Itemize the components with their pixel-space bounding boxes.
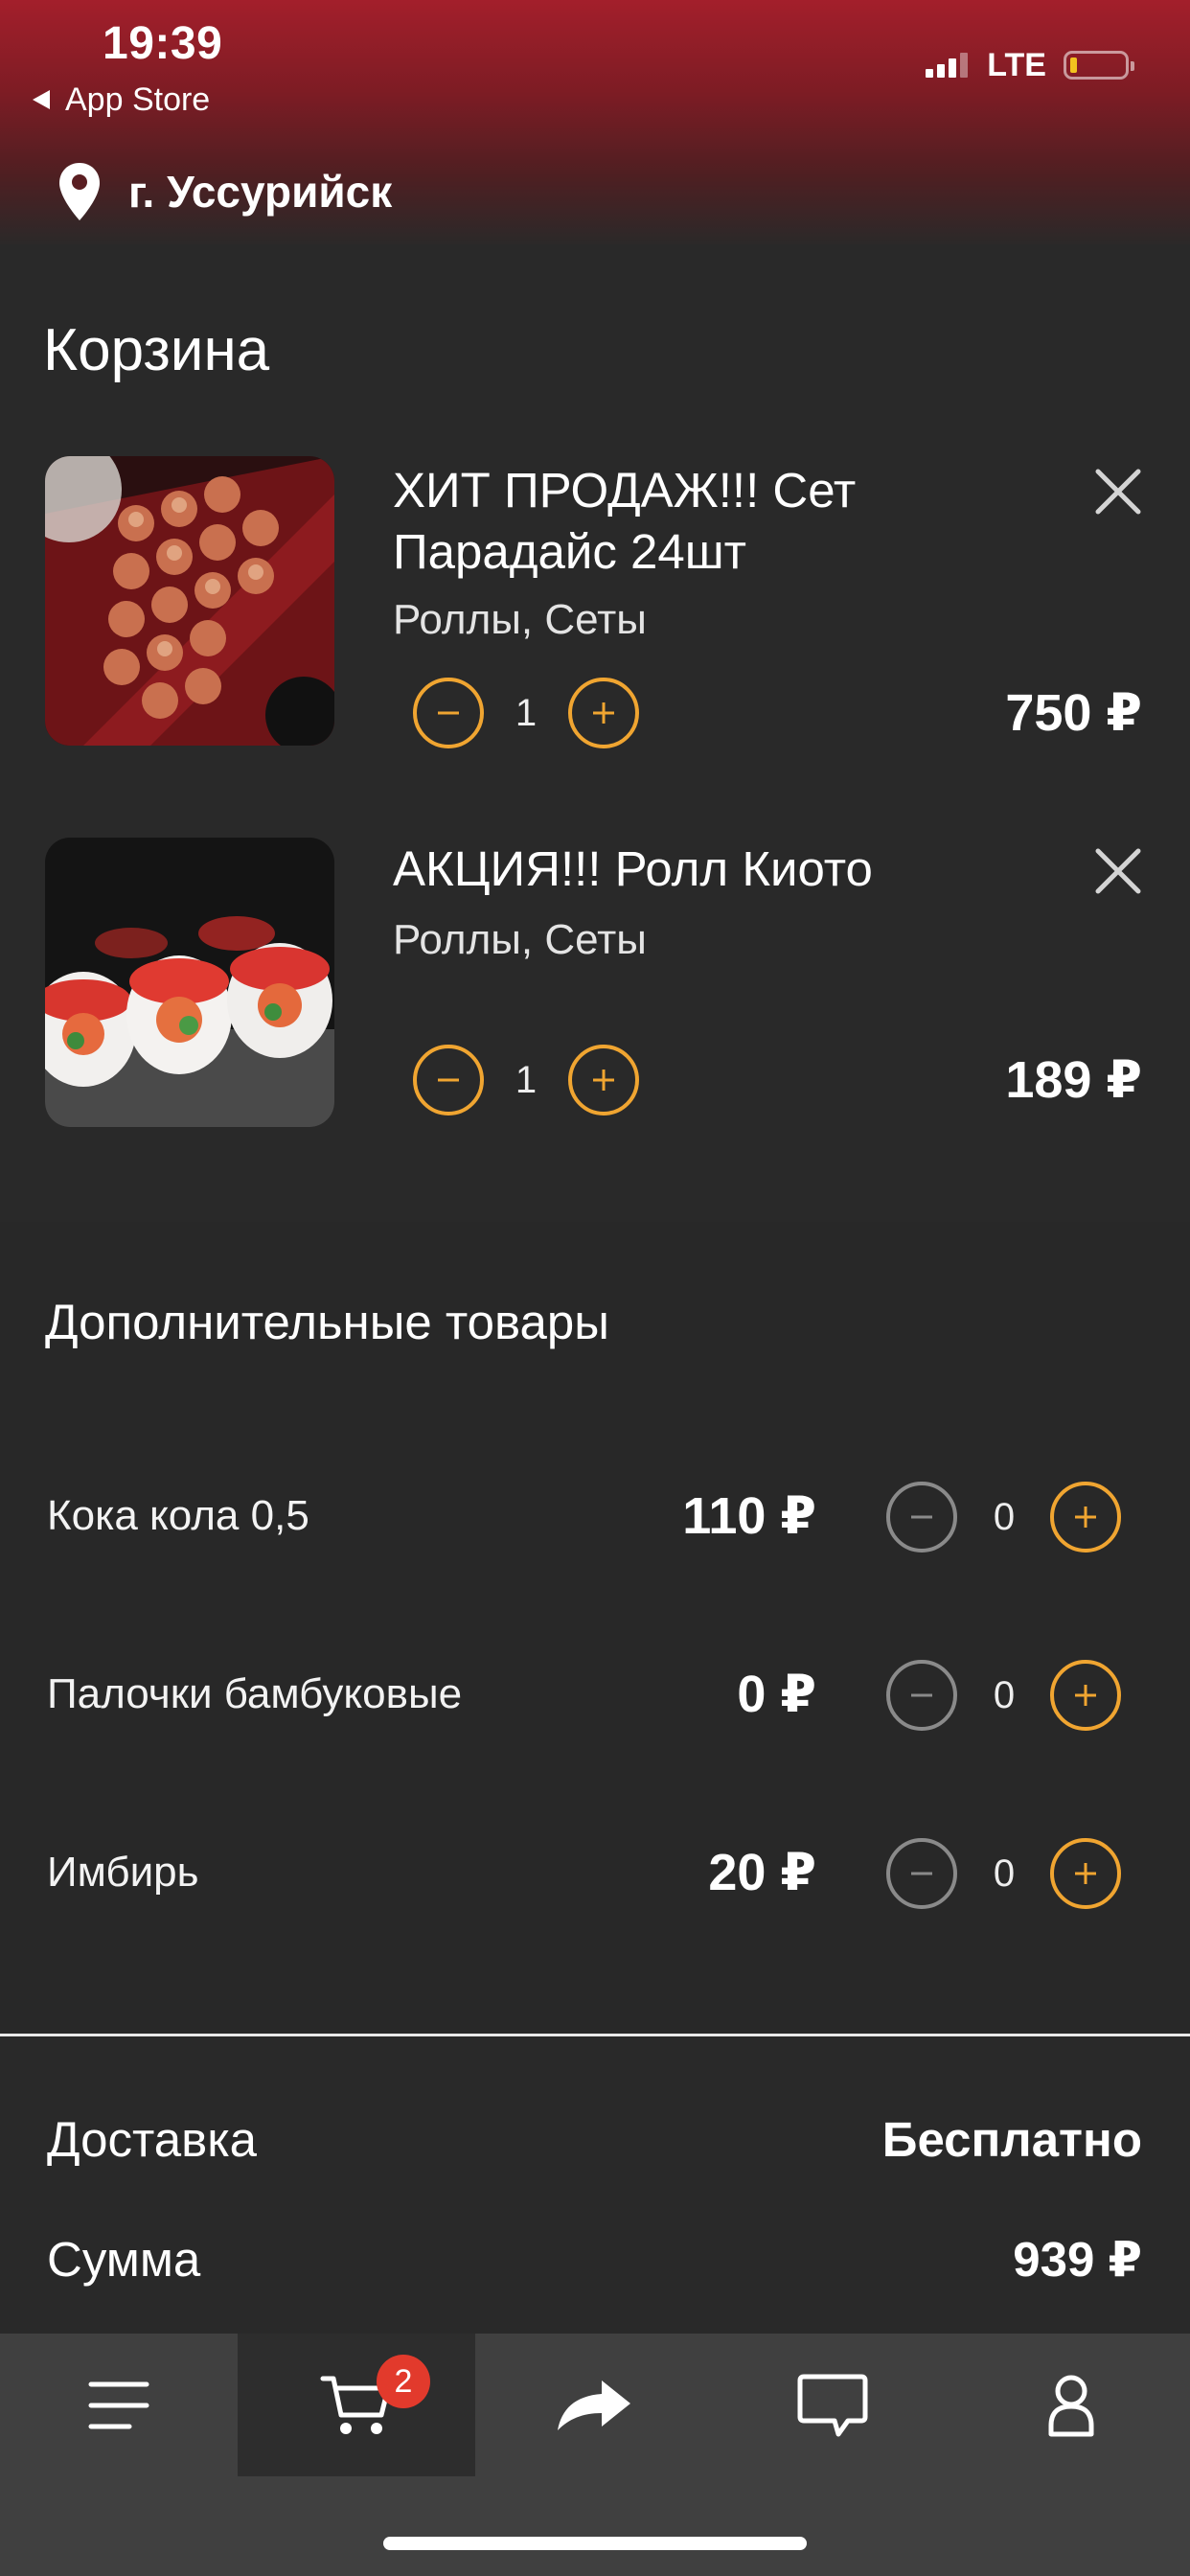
extra-item-price: 110 ₽ (682, 1487, 816, 1545)
tab-share[interactable] (475, 2334, 713, 2476)
top-header: 19:39 App Store LTE г. Уссурийск (0, 0, 1190, 244)
delivery-value: Бесплатно (881, 2112, 1142, 2167)
close-icon (1095, 469, 1141, 515)
cart-screen: 19:39 App Store LTE г. Уссурийск Корзина (0, 0, 1190, 2576)
section-divider (0, 2034, 1190, 2036)
chat-icon (797, 2374, 868, 2436)
increase-quantity-button[interactable] (568, 1045, 639, 1116)
increase-quantity-button[interactable] (1050, 1838, 1121, 1909)
minus-icon (911, 1515, 932, 1519)
menu-icon (88, 2381, 149, 2428)
close-icon (1095, 848, 1141, 894)
total-value: 939 ₽ (1013, 2232, 1142, 2287)
item-name: АКЦИЯ!!! Ролл Киото (393, 841, 873, 896)
tab-profile[interactable] (952, 2334, 1190, 2476)
total-label: Сумма (47, 2232, 201, 2287)
city-label: г. Уссурийск (128, 167, 393, 217)
remove-item-button[interactable] (1092, 845, 1144, 897)
signal-icon (926, 53, 972, 78)
cart-count-badge: 2 (377, 2355, 430, 2408)
item-price: 750 ₽ (1005, 684, 1142, 742)
increase-quantity-button[interactable] (1050, 1660, 1121, 1731)
extras-title: Дополнительные товары (45, 1295, 609, 1349)
quantity-value: 1 (515, 1059, 538, 1101)
quantity-value: 0 (993, 1852, 1016, 1895)
quantity-value: 0 (993, 1496, 1016, 1538)
item-image-set-paradise[interactable] (45, 456, 334, 746)
extra-item-name: Имбирь (47, 1849, 199, 1896)
quantity-value: 0 (993, 1674, 1016, 1716)
decrease-quantity-button[interactable] (413, 1045, 484, 1116)
remove-item-button[interactable] (1092, 466, 1144, 518)
plus-icon (1075, 1506, 1096, 1528)
item-category: Роллы, Сеты (393, 596, 647, 643)
tab-menu[interactable] (0, 2334, 238, 2476)
item-price: 189 ₽ (1005, 1051, 1142, 1109)
quantity-value: 1 (515, 692, 538, 734)
back-arrow-icon (33, 90, 50, 109)
item-category: Роллы, Сеты (393, 916, 647, 963)
plus-icon (1075, 1863, 1096, 1884)
battery-icon (1064, 51, 1134, 80)
home-indicator[interactable] (383, 2537, 807, 2550)
item-name: ХИТ ПРОДАЖ!!! Сет Парадайс 24шт (393, 463, 857, 579)
minus-icon (438, 1078, 459, 1082)
decrease-quantity-button[interactable] (886, 1838, 957, 1909)
tab-cart[interactable] (238, 2334, 475, 2476)
minus-icon (438, 711, 459, 715)
back-to-app-store[interactable]: App Store (31, 80, 210, 119)
minus-icon (911, 1872, 932, 1875)
item-image-roll-kyoto[interactable] (45, 838, 334, 1127)
extra-item-name: Кока кола 0,5 (47, 1492, 309, 1539)
tab-chat[interactable] (714, 2334, 951, 2476)
decrease-quantity-button[interactable] (886, 1660, 957, 1731)
plus-icon (593, 702, 614, 724)
network-label: LTE (987, 46, 1046, 83)
location-pin-icon (59, 163, 100, 220)
cart-title: Корзина (43, 317, 270, 383)
extra-item-price: 20 ₽ (708, 1844, 816, 1901)
back-label: App Store (65, 80, 211, 118)
minus-icon (911, 1693, 932, 1697)
increase-quantity-button[interactable] (568, 678, 639, 748)
decrease-quantity-button[interactable] (886, 1482, 957, 1552)
extra-item-price: 0 ₽ (737, 1666, 816, 1723)
status-time: 19:39 (103, 18, 223, 69)
share-icon (558, 2380, 630, 2430)
increase-quantity-button[interactable] (1050, 1482, 1121, 1552)
plus-icon (1075, 1685, 1096, 1706)
delivery-label: Доставка (47, 2112, 258, 2167)
extra-item-name: Палочки бамбуковые (47, 1670, 463, 1717)
decrease-quantity-button[interactable] (413, 678, 484, 748)
city-selector[interactable]: г. Уссурийск (57, 158, 392, 225)
status-indicators: LTE (926, 46, 1134, 84)
plus-icon (593, 1070, 614, 1091)
profile-icon (1048, 2375, 1094, 2436)
